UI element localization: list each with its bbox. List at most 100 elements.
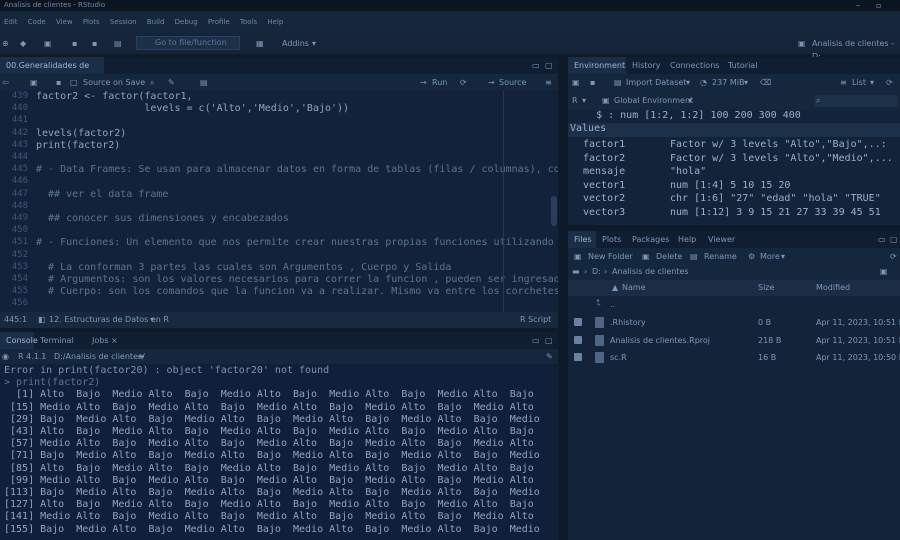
code-line: # Cuerpo: son los comandos que la funcio… — [36, 286, 558, 298]
chevron-down-icon: ▾ — [150, 315, 155, 324]
file-checkbox[interactable] — [574, 353, 582, 361]
menu-debug[interactable]: Debug — [175, 18, 198, 26]
console-line: [43] Alto Bajo Medio Alto Bajo Medio Alt… — [4, 426, 534, 437]
save-icon[interactable]: ▪ — [72, 37, 77, 50]
menu-session[interactable]: Session — [110, 18, 137, 26]
tab-jobs[interactable]: Jobs × — [86, 332, 126, 349]
clear-console-icon[interactable]: ✎ — [546, 349, 553, 364]
new-project-icon[interactable]: ◆ — [20, 37, 26, 50]
parent-folder-link[interactable]: .. — [610, 300, 615, 309]
file-checkbox[interactable] — [574, 318, 582, 326]
maximize-pane-icon[interactable]: ▢ — [890, 231, 898, 248]
chevron-down-icon[interactable]: ▾ — [686, 74, 690, 92]
up-arrow-icon[interactable]: ⮤ — [596, 298, 601, 308]
code-line: levels = c('Alto','Medio','Bajo')) — [36, 103, 350, 115]
tab-packages[interactable]: Packages — [626, 231, 672, 248]
load-icon[interactable]: ▣ — [572, 74, 580, 92]
open-file-icon[interactable]: ▣ — [44, 37, 52, 50]
breadcrumb-folder[interactable]: Analisis de clientes — [612, 264, 689, 280]
menu-plots[interactable]: Plots — [83, 18, 100, 26]
grid-icon[interactable]: ▦ — [256, 37, 264, 50]
env-var-name[interactable]: factor2 — [583, 153, 625, 164]
chevron-down-icon[interactable]: ▾ — [744, 74, 748, 92]
tab-console[interactable]: Console — [0, 332, 38, 349]
minimize-pane-icon[interactable]: ▭ — [532, 332, 540, 349]
tab-help[interactable]: Help — [672, 231, 702, 248]
import-dataset-button[interactable]: Import Dataset — [626, 74, 686, 92]
file-icon — [595, 352, 604, 363]
save-all-icon[interactable]: ▪ — [92, 37, 97, 50]
print-icon[interactable]: ▤ — [114, 37, 122, 50]
chevron-down-icon[interactable]: ▾ — [582, 92, 586, 110]
memory-usage[interactable]: 237 MiB — [712, 74, 744, 92]
tab-files[interactable]: Files — [568, 231, 596, 248]
chevron-down-icon[interactable]: ▾ — [688, 92, 692, 110]
r-project-icon[interactable]: ▣ — [880, 264, 888, 280]
tab-environment[interactable]: Environment — [568, 57, 626, 74]
breadcrumb-root[interactable]: D: — [592, 264, 601, 280]
list-icon: ≡ — [840, 78, 847, 87]
column-modified[interactable]: Modified — [816, 283, 850, 292]
tab-terminal[interactable]: Terminal × — [34, 332, 84, 362]
column-name[interactable]: Name — [622, 283, 646, 292]
addins-menu[interactable]: Addins — [282, 37, 309, 50]
code-editor[interactable]: 439 factor2 <- factor(factor1, 440 levels … — [0, 90, 558, 312]
goto-file-input[interactable]: Go to file/function — [136, 36, 240, 50]
import-icon[interactable]: ▤ — [614, 74, 622, 92]
console-output[interactable]: Error in print(factor20) : object 'facto… — [0, 364, 558, 540]
env-var-value: chr [1:6] "27" "edad" "hola" "TRUE" — [670, 193, 881, 205]
minimize-pane-icon[interactable]: ▭ — [532, 57, 540, 74]
folder-icon: ▬ — [572, 267, 580, 276]
menu-tools[interactable]: Tools — [240, 18, 257, 26]
broom-icon[interactable]: ⌫ — [760, 74, 771, 92]
env-var-name[interactable]: factor1 — [583, 139, 625, 150]
line-number: 453 — [11, 261, 28, 272]
file-icon — [595, 317, 604, 328]
env-var-name[interactable]: vector1 — [583, 180, 625, 191]
save-icon[interactable]: ▪ — [590, 74, 595, 92]
minimize-pane-icon[interactable]: ▭ — [878, 231, 886, 248]
goto-dir-icon[interactable]: ➦ — [138, 349, 145, 364]
menu-view[interactable]: View — [56, 18, 73, 26]
file-name[interactable]: .Rhistory — [610, 318, 646, 327]
view-mode-select[interactable]: List — [852, 74, 866, 92]
file-name[interactable]: sc.R — [610, 353, 627, 362]
maximize-pane-icon[interactable]: ▢ — [545, 332, 553, 349]
env-var-name[interactable]: mensaje — [583, 166, 625, 177]
tab-source-file[interactable]: 00.Generalidades de R.r × — [0, 57, 104, 87]
minimize-button[interactable]: – — [856, 0, 860, 11]
maximize-pane-icon[interactable]: ▢ — [545, 57, 553, 74]
scope-select[interactable]: Global Environment — [614, 92, 693, 110]
menu-build[interactable]: Build — [147, 18, 165, 26]
menu-edit[interactable]: Edit — [4, 18, 18, 26]
console-line: [141] Medio Alto Bajo Medio Alto Bajo Me… — [4, 511, 534, 523]
file-type[interactable]: R Script — [520, 312, 551, 328]
line-number: 455 — [11, 286, 28, 297]
r-icon: ◉ — [2, 352, 9, 361]
file-checkbox[interactable] — [574, 335, 582, 344]
project-menu[interactable]: Analisis de clientes - D: — [812, 37, 900, 61]
column-size[interactable]: Size — [758, 283, 774, 292]
menu-profile[interactable]: Profile — [208, 18, 230, 26]
file-name[interactable]: Analisis de clientes.Rproj — [610, 336, 710, 345]
editor-scrollbar[interactable] — [551, 196, 557, 226]
chevron-down-icon[interactable]: ▾ — [312, 37, 316, 50]
r-language-select[interactable]: R — [572, 92, 578, 110]
code-line: ## ver el data frame — [36, 188, 169, 200]
menu-help[interactable]: Help — [267, 18, 283, 26]
refresh-icon[interactable]: ⟳ — [886, 74, 893, 92]
line-number: 451 — [11, 237, 28, 248]
file-size: 16 B — [758, 353, 777, 362]
menu-code[interactable]: Code — [28, 18, 46, 26]
maximize-button[interactable]: ▫ — [876, 0, 881, 11]
env-var-name[interactable]: vector2 — [583, 193, 625, 204]
env-var-name[interactable]: vector3 — [583, 207, 625, 218]
tab-plots[interactable]: Plots — [596, 231, 626, 248]
tab-viewer[interactable]: Viewer — [702, 231, 742, 248]
tab-connections[interactable]: Connections — [664, 57, 722, 74]
tab-tutorial[interactable]: Tutorial — [722, 57, 766, 74]
chevron-down-icon[interactable]: ▾ — [870, 74, 874, 92]
new-file-icon[interactable]: ⊕ — [2, 37, 9, 50]
env-search-input[interactable]: ⌕ — [814, 95, 898, 107]
tab-history[interactable]: History — [626, 57, 664, 74]
